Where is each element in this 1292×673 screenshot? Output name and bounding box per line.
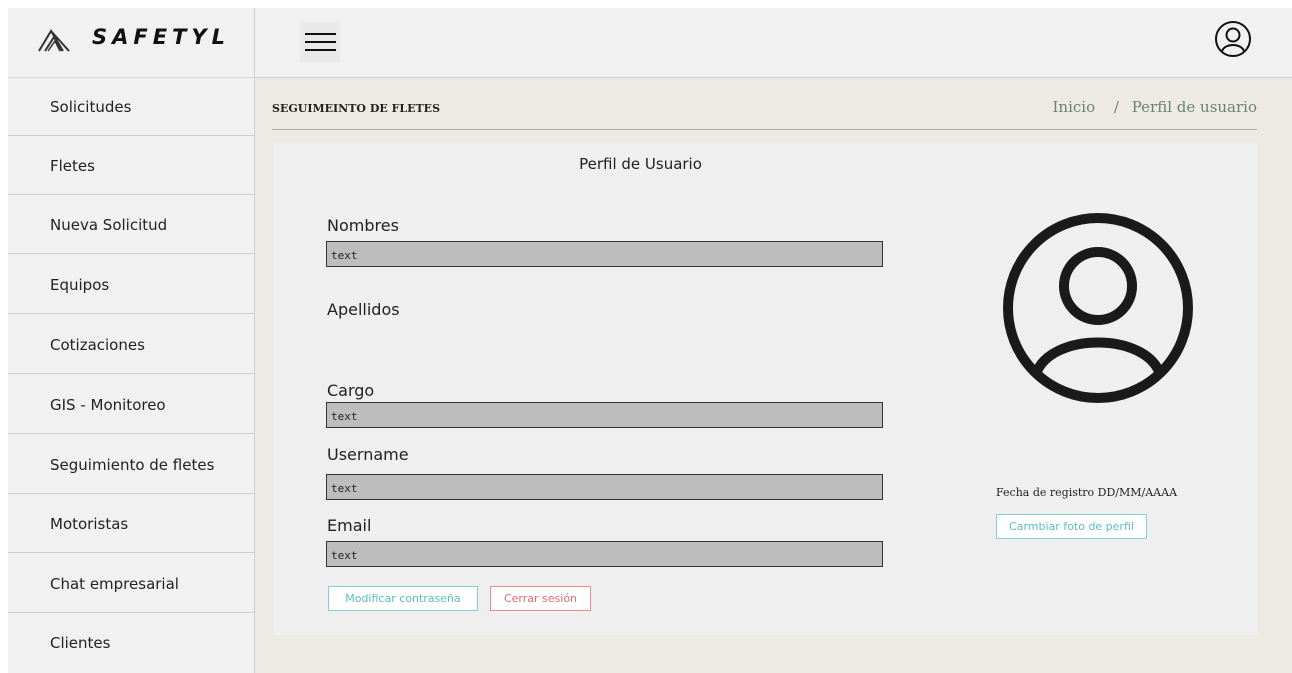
hamburger-icon[interactable] [300, 22, 340, 62]
sidebar-item-clientes[interactable]: Clientes [8, 614, 254, 672]
breadcrumb-separator: / [1113, 98, 1119, 116]
breadcrumb-current: Perfil de usuario [1131, 98, 1257, 116]
profile-card: Perfil de Usuario Nombres text Apellidos… [273, 143, 1257, 635]
nombres-field[interactable]: text [326, 241, 883, 267]
logo[interactable]: SAFETYL [8, 8, 254, 78]
change-password-button[interactable]: Modificar contraseña [328, 586, 478, 611]
nombres-label: Nombres [327, 216, 399, 235]
header-divider [272, 129, 1257, 130]
sidebar-item-seguimiento-de-fletes[interactable]: Seguimiento de fletes [8, 436, 254, 494]
username-field[interactable]: text [326, 474, 883, 500]
change-photo-button[interactable]: Carmbiar foto de perfil [996, 514, 1147, 539]
logo-mountain-icon [38, 29, 70, 52]
sidebar-item-motoristas[interactable]: Motoristas [8, 495, 254, 553]
email-field[interactable]: text [326, 541, 883, 567]
apellidos-label: Apellidos [327, 300, 400, 319]
breadcrumb: Inicio / Perfil de usuario [1053, 98, 1258, 116]
sidebar-item-cotizaciones[interactable]: Cotizaciones [8, 316, 254, 374]
sidebar-item-nueva-solicitud[interactable]: Nueva Solicitud [8, 196, 254, 254]
logout-button[interactable]: Cerrar sesión [490, 586, 591, 611]
registration-date: Fecha de registro DD/MM/AAAA [996, 486, 1178, 499]
profile-avatar-icon [1003, 213, 1193, 403]
username-label: Username [327, 445, 409, 464]
main-content: SEGUIMEINTO DE FLETES Inicio / Perfil de… [255, 78, 1292, 673]
cargo-field[interactable]: text [326, 402, 883, 428]
sidebar-item-chat-empresarial[interactable]: Chat empresarial [8, 555, 254, 613]
sidebar-item-fletes[interactable]: Fletes [8, 137, 254, 195]
sidebar: SAFETYL Solicitudes Fletes Nueva Solicit… [8, 8, 254, 673]
page-title: SEGUIMEINTO DE FLETES [272, 102, 441, 115]
sidebar-item-equipos[interactable]: Equipos [8, 256, 254, 314]
sidebar-item-solicitudes[interactable]: Solicitudes [8, 78, 254, 136]
email-label: Email [327, 516, 372, 535]
cargo-label: Cargo [327, 381, 375, 400]
sidebar-item-gis-monitoreo[interactable]: GIS - Monitoreo [8, 376, 254, 434]
breadcrumb-home-link[interactable]: Inicio [1053, 98, 1096, 116]
topbar [255, 8, 1292, 78]
logo-text: SAFETYL [92, 25, 230, 49]
profile-title: Perfil de Usuario [579, 155, 702, 173]
user-circle-icon[interactable] [1214, 20, 1252, 58]
